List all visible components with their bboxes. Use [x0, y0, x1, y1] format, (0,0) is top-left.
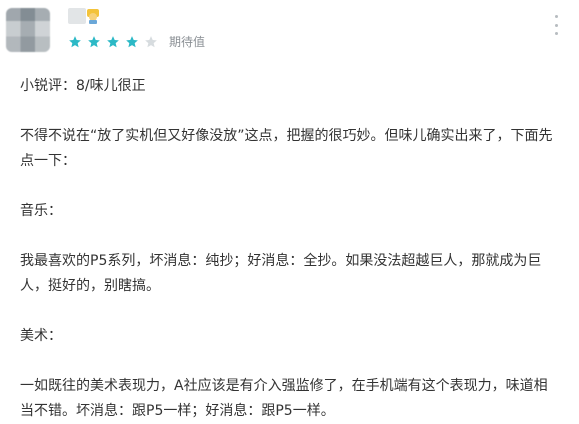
review-body: 小锐评：8/味儿很正 不得不说在“放了实机但又好像没放”这点，把握的很巧妙。但味…: [20, 74, 560, 424]
rating-row: 期待值: [68, 33, 205, 51]
star-icon: [126, 36, 138, 48]
more-options-icon[interactable]: [553, 15, 559, 35]
rating-label: 期待值: [169, 35, 206, 49]
review-section-heading: 音乐：: [20, 203, 62, 219]
star-icon: [107, 36, 119, 48]
review-card: 期待值 小锐评：8/味儿很正 不得不说在“放了实机但又好像没放”这点，把握的很巧…: [0, 0, 579, 422]
review-paragraph: 一如既往的美术表现力，A社应该是有介入强监修了，在手机端有这个表现力，味道相当不…: [20, 378, 548, 419]
star-icon: [69, 36, 81, 48]
star-icon: [88, 36, 100, 48]
username-redacted[interactable]: [68, 8, 86, 24]
user-avatar[interactable]: [6, 8, 50, 52]
review-paragraph: 小锐评：8/味儿很正: [20, 78, 146, 94]
review-paragraph: 不得不说在“放了实机但又好像没放”这点，把握的很巧妙。但味儿确实出来了，下面先点…: [20, 128, 553, 169]
review-section-heading: 美术：: [20, 328, 62, 344]
star-empty-icon: [145, 36, 157, 48]
user-badge-icon: [87, 9, 99, 24]
review-paragraph: 我最喜欢的P5系列，坏消息：纯抄；好消息：全抄。如果没法超越巨人，那就成为巨人，…: [20, 253, 542, 294]
